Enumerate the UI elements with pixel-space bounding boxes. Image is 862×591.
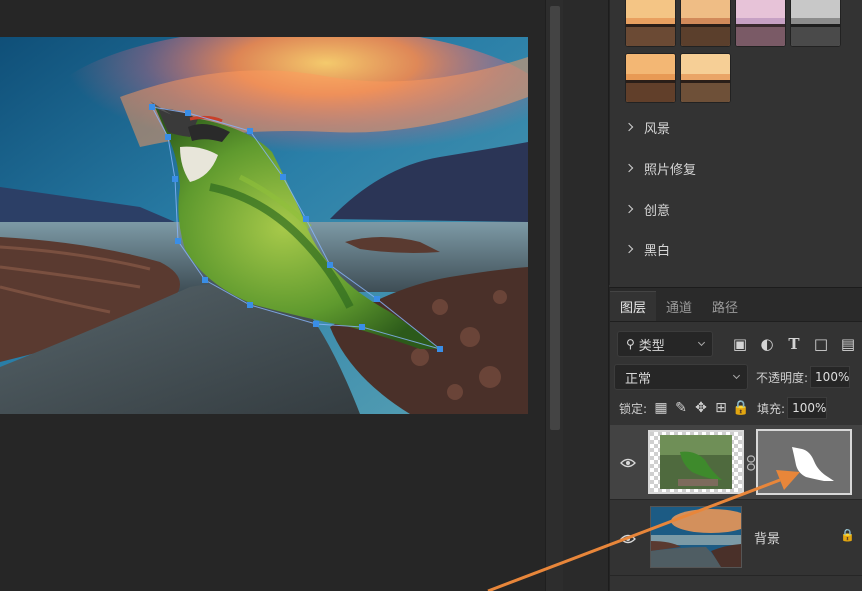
type-layer-filter-icon[interactable]: T xyxy=(783,333,805,355)
chevron-right-icon xyxy=(624,163,634,173)
lock-artboard-icon[interactable]: ⊞ xyxy=(711,398,731,418)
chevron-down-icon xyxy=(697,338,706,347)
lock-position-icon[interactable]: ✥ xyxy=(691,398,711,418)
preset-category-label: 风景 xyxy=(644,121,671,137)
layer-kind-filter-label: 类型 xyxy=(638,338,665,354)
opacity-label: 不透明度: xyxy=(756,370,809,385)
lock-fill-row: 锁定: ▦ ✎ ✥ ⊞ 🔒 填充: 100% xyxy=(610,397,862,419)
preset-thumb[interactable] xyxy=(680,53,731,103)
layer-mask-thumbnail[interactable] xyxy=(756,429,852,495)
layers-panel: 图层 通道 路径 ⚲ 类型 ▣ ◐ T □ ▤ 正常 不透明度: 100% 锁定… xyxy=(609,287,862,591)
layer-name[interactable]: 背景 xyxy=(754,528,780,547)
preset-thumb[interactable] xyxy=(625,53,676,103)
scrollbar-thumb[interactable] xyxy=(550,6,560,430)
eye-icon[interactable] xyxy=(620,458,636,468)
opacity-input[interactable]: 100% xyxy=(810,366,851,388)
layer-thumbnail[interactable] xyxy=(650,506,742,568)
preset-thumb[interactable] xyxy=(735,0,786,47)
preset-thumb[interactable] xyxy=(625,0,676,47)
layer-kind-filter[interactable]: ⚲ 类型 xyxy=(617,331,713,357)
chevron-down-icon xyxy=(732,371,741,380)
blend-mode-dropdown[interactable]: 正常 xyxy=(614,364,748,390)
layer-row-bird[interactable] xyxy=(610,425,862,500)
preset-category-label: 创意 xyxy=(644,203,671,219)
fill-input[interactable]: 100% xyxy=(787,397,828,419)
preset-category-label: 黑白 xyxy=(644,243,671,259)
preset-category-creative[interactable]: 创意 xyxy=(624,198,671,220)
pixel-layer-filter-icon[interactable]: ▣ xyxy=(729,333,751,355)
lock-label: 锁定: xyxy=(619,401,648,416)
eye-icon[interactable] xyxy=(620,534,636,544)
shape-layer-filter-icon[interactable]: □ xyxy=(810,333,832,355)
preset-category-black-white[interactable]: 黑白 xyxy=(624,238,671,260)
layer-filter-row: ⚲ 类型 ▣ ◐ T □ ▤ xyxy=(610,331,862,357)
search-icon: ⚲ xyxy=(626,337,635,351)
adjustment-layer-filter-icon[interactable]: ◐ xyxy=(756,333,778,355)
lock-image-pixels-icon[interactable]: ✎ xyxy=(671,398,691,418)
preset-thumb[interactable] xyxy=(790,0,841,47)
blend-opacity-row: 正常 不透明度: 100% xyxy=(610,364,862,390)
tab-channels[interactable]: 通道 xyxy=(656,291,702,321)
preset-thumb[interactable] xyxy=(680,0,731,47)
layer-thumbnail[interactable] xyxy=(648,430,744,494)
document-canvas[interactable] xyxy=(0,0,545,591)
smart-object-filter-icon[interactable]: ▤ xyxy=(837,333,859,355)
tab-layers[interactable]: 图层 xyxy=(610,291,657,321)
chevron-right-icon xyxy=(624,244,634,254)
panel-gutter xyxy=(563,0,609,591)
layers-panel-tabs: 图层 通道 路径 xyxy=(610,288,862,322)
lock-all-icon[interactable]: 🔒 xyxy=(731,398,751,418)
adjustment-presets: 风景 照片修复 创意 黑白 xyxy=(609,0,862,285)
preset-category-label: 照片修复 xyxy=(644,162,697,178)
layer-row-background[interactable]: 背景 🔒 xyxy=(610,501,862,576)
chevron-right-icon xyxy=(624,204,634,214)
right-panel: 风景 照片修复 创意 黑白 图层 通道 路径 ⚲ 类型 ▣ ◐ T □ ▤ 正常… xyxy=(609,0,862,591)
composite-image[interactable] xyxy=(0,37,528,414)
preset-category-photo-repair[interactable]: 照片修复 xyxy=(624,157,697,179)
tab-paths[interactable]: 路径 xyxy=(702,291,748,321)
lock-transparent-pixels-icon[interactable]: ▦ xyxy=(651,398,671,418)
chevron-right-icon xyxy=(624,122,634,132)
preset-category-landscape[interactable]: 风景 xyxy=(624,116,671,138)
blend-mode-label: 正常 xyxy=(625,371,652,387)
chain-link-icon[interactable] xyxy=(746,455,756,471)
fill-label: 填充: xyxy=(757,401,786,416)
lock-icon: 🔒 xyxy=(840,528,855,542)
vertical-scrollbar[interactable] xyxy=(545,0,563,591)
